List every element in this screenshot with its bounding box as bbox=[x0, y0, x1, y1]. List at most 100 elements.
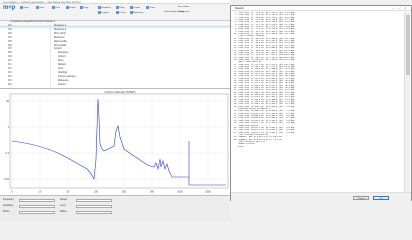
bottom-label: Status bbox=[60, 211, 67, 213]
tree-row[interactable]: 005 Alarm profile bbox=[0, 41, 230, 44]
tree-row-name: Abort profile bbox=[54, 44, 67, 47]
tree-path: C:\Test\Sine sweep\Run 5\Control channel… bbox=[0, 21, 230, 25]
scrollbar-thumb[interactable] bbox=[406, 15, 410, 75]
tree-row-number: 010 bbox=[8, 60, 12, 63]
tree-row[interactable]: 002 Response 2 bbox=[0, 29, 230, 32]
tree-row[interactable]: 013 Notching bbox=[0, 72, 230, 75]
tree-row[interactable]: 015 Reference bbox=[0, 80, 230, 83]
cancel-button[interactable]: Cancel bbox=[353, 195, 369, 200]
toolbar-button-label: Export bbox=[69, 7, 76, 9]
toolbar-button-export[interactable]: Export bbox=[66, 6, 76, 10]
toolbar: m+p Open Save Print Export Copy Snapshot Tilin… bbox=[0, 4, 230, 21]
tree-row[interactable]: 006 Abort profile bbox=[0, 45, 230, 48]
tree-row-name: Response bbox=[58, 52, 69, 55]
tree-row-name: Control bbox=[54, 48, 62, 51]
toolbar-button-zoom[interactable]: Zoom bbox=[146, 6, 155, 10]
toolbar-button-label: Reference bbox=[133, 12, 144, 14]
toolbar-button-label: Legend bbox=[101, 12, 109, 14]
channel-tree[interactable]: C:\Test\Sine sweep\Run 5\Control channel… bbox=[0, 21, 230, 89]
tree-row-name: Response 1 bbox=[54, 25, 67, 27]
tree-row[interactable]: 003 Drive (Ch1) bbox=[0, 33, 230, 36]
toolbar-button-label: Cursor bbox=[119, 12, 126, 14]
bottom-panel: Frequency Amplitude Phase Sweep Level Status bbox=[0, 197, 230, 221]
toolbar-button-print[interactable]: Print bbox=[52, 6, 60, 10]
results-dialog: Results – □ × 1 Peak step f= 12.5 Hz a= … bbox=[230, 5, 412, 201]
bottom-field[interactable] bbox=[19, 210, 55, 214]
tree-row-number: 005 bbox=[8, 40, 12, 43]
toolbar-button-snapshot[interactable]: Snapshot bbox=[98, 6, 111, 10]
toolbar-button-open[interactable]: Open bbox=[20, 6, 29, 10]
toolbar-button-label: Layout bbox=[133, 7, 140, 9]
tree-row-number: 003 bbox=[8, 32, 12, 35]
dialog-footer: Cancel OK bbox=[231, 192, 411, 201]
tree-row-name: Notching bbox=[58, 71, 68, 74]
tree-row[interactable]: 010 Drive bbox=[0, 60, 230, 63]
tree-row-number: 016 bbox=[8, 83, 12, 86]
toolbar-button-legend[interactable]: Legend bbox=[98, 11, 109, 15]
tree-row-number: 009 bbox=[8, 56, 12, 59]
tree-row-number: 004 bbox=[8, 36, 12, 39]
bottom-field[interactable] bbox=[19, 198, 55, 202]
results-text[interactable]: 1 Peak step f= 12.5 Hz a= 0.152 g ph= -1… bbox=[233, 12, 403, 192]
tree-row[interactable]: 008 Response bbox=[0, 52, 230, 55]
minimize-icon[interactable]: – bbox=[391, 6, 396, 11]
tree-row[interactable]: 016 Control bbox=[0, 84, 230, 87]
plot-title: control channel (STEP) bbox=[104, 90, 135, 94]
tree-row-number: 015 bbox=[8, 79, 12, 82]
tree-row-number: 006 bbox=[8, 44, 12, 47]
plot-frame bbox=[9, 93, 229, 189]
tree-row[interactable]: 011 Monitor bbox=[0, 64, 230, 67]
toolbar-button-copy[interactable]: Copy bbox=[80, 6, 88, 10]
toolbar-button-label: Copy bbox=[83, 7, 89, 9]
ok-button[interactable]: OK bbox=[373, 195, 389, 200]
tree-row-number: 014 bbox=[8, 75, 12, 78]
plot-xtick-label: 2000 bbox=[205, 191, 211, 194]
tree-row[interactable]: 009 Control bbox=[0, 56, 230, 59]
toolbar-button-cursor[interactable]: Cursor bbox=[116, 11, 126, 15]
dialog-title: Results bbox=[235, 7, 244, 10]
plot-xtick-label: 500 bbox=[150, 191, 155, 194]
tree-row[interactable]: 004 Reference bbox=[0, 37, 230, 40]
tree-row-name: Alarm profile bbox=[54, 40, 67, 43]
tree-path-text: C:\Test\Sine sweep\Run 5\Control channel… bbox=[10, 21, 56, 23]
toolbar-button-label: Save bbox=[39, 7, 45, 9]
bottom-field[interactable] bbox=[76, 198, 112, 202]
plot-area[interactable]: 5 10 50 100 200 500 1000 2000 10 1 0.1 0.01 control… bbox=[0, 89, 230, 196]
tree-row[interactable]: 014 Inverse response bbox=[0, 76, 230, 79]
plot-xtick-label: 1000 bbox=[177, 191, 183, 194]
bottom-label: Amplitude bbox=[3, 205, 14, 207]
close-icon[interactable]: × bbox=[403, 6, 408, 11]
toolbar-button-label: Open bbox=[23, 7, 29, 9]
plot-xtick-label: 50 bbox=[67, 191, 70, 194]
tree-row-name: Inverse response bbox=[58, 75, 76, 78]
tree-row-number: 012 bbox=[8, 67, 12, 70]
bottom-field[interactable] bbox=[19, 204, 55, 208]
tree-row[interactable]: 007 Control bbox=[0, 48, 230, 51]
toolbar-button-label: Zoom bbox=[149, 7, 155, 9]
tree-row-name: Reference bbox=[54, 36, 65, 39]
toolbar-button-save[interactable]: Save bbox=[36, 6, 44, 10]
plot-xtick-label: 5 bbox=[11, 191, 13, 194]
bottom-label: Phase bbox=[3, 211, 10, 213]
bottom-field[interactable] bbox=[76, 204, 112, 208]
plot-ytick-label: 0.01 bbox=[4, 178, 9, 181]
dialog-titlebar: Results – □ × bbox=[231, 6, 411, 11]
bottom-field[interactable] bbox=[76, 210, 112, 214]
tree-row-name: Limit bbox=[58, 67, 63, 70]
toolbar-button-tiling[interactable]: Tiling bbox=[116, 6, 124, 10]
tree-row-name: Reference bbox=[58, 79, 69, 82]
tree-row[interactable]: 001 Response 1 bbox=[0, 25, 230, 29]
tree-row-name: Control bbox=[58, 83, 66, 86]
tree-row-number: 001 bbox=[8, 25, 12, 27]
toolbar-button-layout[interactable]: Layout bbox=[130, 6, 140, 10]
bottom-label: Level bbox=[60, 205, 66, 207]
maximize-icon[interactable]: □ bbox=[397, 6, 402, 11]
tree-row-name: Response 2 bbox=[54, 28, 67, 31]
tree-row[interactable]: 012 Limit bbox=[0, 68, 230, 71]
toolbar-group-label: Sweep rate bbox=[178, 11, 190, 13]
plot-xtick-label: 10 bbox=[39, 191, 42, 194]
toolbar-button-reference[interactable]: Reference bbox=[130, 11, 143, 15]
results-scrollbar[interactable] bbox=[404, 12, 410, 192]
tree-row-number: 002 bbox=[8, 28, 12, 31]
tree-row-number: 011 bbox=[8, 64, 12, 66]
